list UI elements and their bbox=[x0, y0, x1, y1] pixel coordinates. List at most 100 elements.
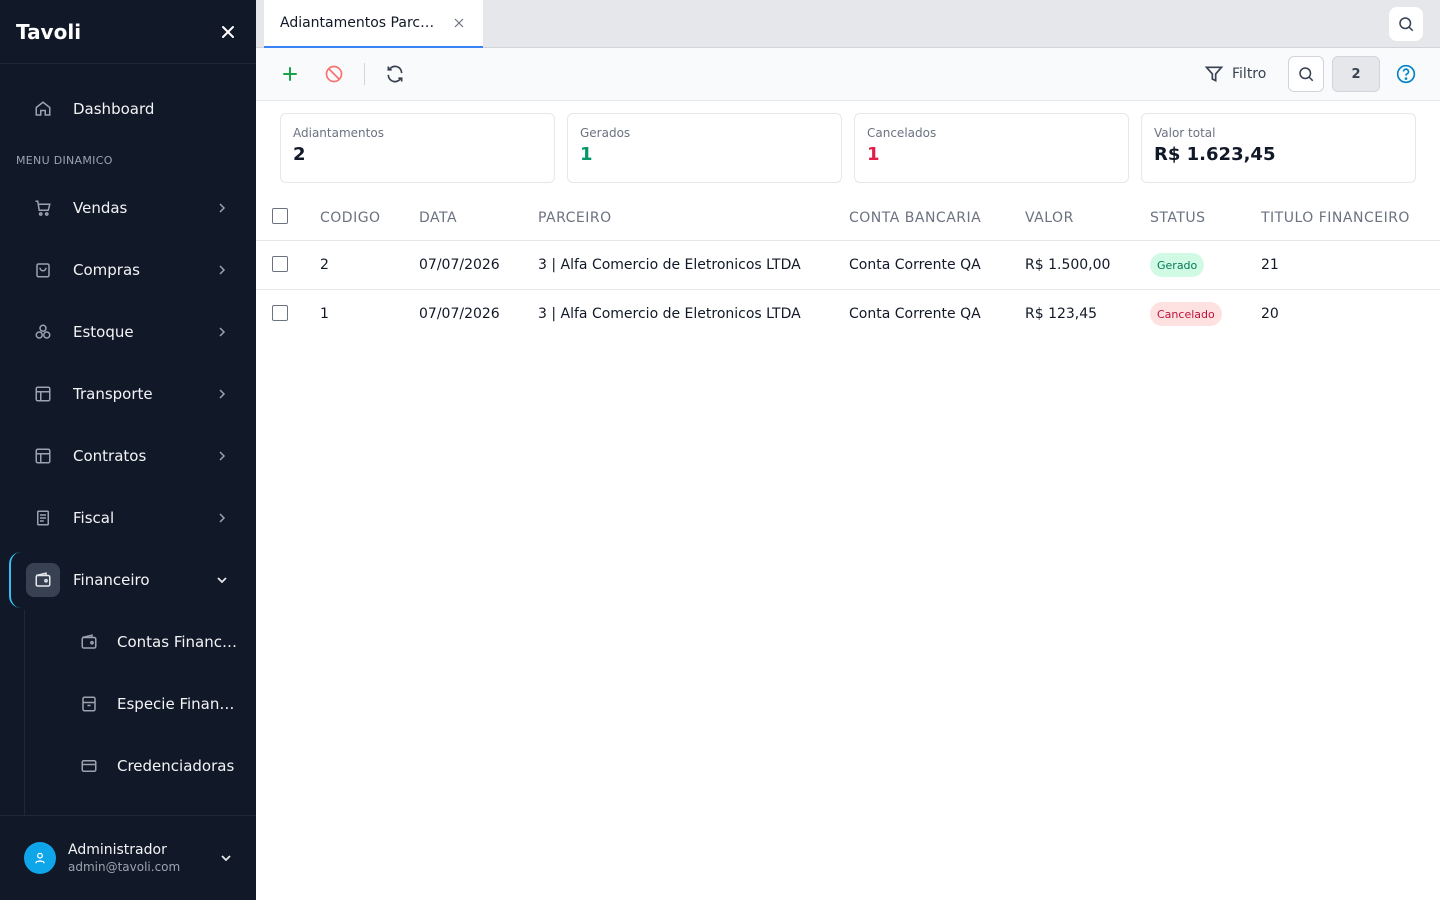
sidebar-item-label: Transporte bbox=[73, 385, 153, 403]
column-header[interactable]: STATUS bbox=[1150, 210, 1206, 226]
status-badge: Gerado bbox=[1150, 253, 1205, 277]
wallet-icon bbox=[26, 563, 60, 597]
card-label: Valor total bbox=[1154, 126, 1216, 140]
table-header: CODIGO DATA PARCEIRO CONTA BANCARIA VALO… bbox=[256, 193, 1440, 241]
sidebar-item-label: Contratos bbox=[73, 447, 147, 465]
sidebar-item-fiscal[interactable]: Fiscal bbox=[16, 494, 240, 542]
cell-data: 07/07/2026 bbox=[419, 257, 500, 273]
chevron-right-icon bbox=[212, 198, 232, 218]
sidebar-header: Tavoli bbox=[0, 0, 256, 64]
sidebar-subitem-label: Contas Financeiras bbox=[117, 633, 240, 651]
summary-cards: Adiantamentos 2 Gerados 1 Cancelados 1 V… bbox=[280, 113, 1416, 183]
boxes-icon bbox=[26, 315, 60, 349]
refresh-icon bbox=[387, 65, 403, 83]
close-tab-button[interactable] bbox=[451, 15, 467, 31]
wallet-icon bbox=[72, 625, 106, 659]
tab-bar: Adiantamentos Parceiros bbox=[256, 0, 1440, 48]
record-count: 2 bbox=[1332, 56, 1380, 92]
ban-icon bbox=[325, 65, 343, 83]
close-sidebar-button[interactable] bbox=[216, 20, 240, 44]
sidebar-item-label: Financeiro bbox=[73, 571, 150, 589]
card-value: R$ 1.623,45 bbox=[1154, 144, 1276, 165]
user-email: admin@tavoli.com bbox=[68, 860, 181, 874]
user-icon bbox=[35, 852, 45, 864]
search-icon bbox=[1299, 67, 1314, 82]
row-checkbox[interactable] bbox=[272, 256, 288, 272]
column-header[interactable]: PARCEIRO bbox=[538, 210, 612, 226]
sidebar-item-contratos[interactable]: Contratos bbox=[16, 432, 240, 480]
global-search-button[interactable] bbox=[1389, 7, 1423, 41]
home-icon bbox=[26, 92, 60, 126]
row-checkbox[interactable] bbox=[272, 305, 288, 321]
sidebar-item-label: Compras bbox=[73, 261, 140, 279]
close-icon bbox=[222, 25, 234, 38]
toolbar-divider bbox=[364, 63, 365, 85]
cell-codigo: 2 bbox=[320, 257, 329, 273]
plus-icon bbox=[283, 67, 297, 81]
cancel-button[interactable] bbox=[319, 60, 349, 88]
cell-valor: R$ 1.500,00 bbox=[1025, 257, 1111, 273]
cell-titulo: 21 bbox=[1261, 257, 1279, 273]
sidebar: Tavoli Dashboard MENU DINAMICO Vendas Co… bbox=[0, 0, 256, 900]
column-header[interactable]: CONTA BANCARIA bbox=[849, 210, 981, 226]
add-button[interactable] bbox=[275, 60, 305, 88]
chevron-down-icon bbox=[212, 570, 232, 590]
sidebar-subitem-credenciadoras[interactable]: Credenciadoras bbox=[60, 742, 240, 790]
credit-card-icon bbox=[72, 749, 106, 783]
search-icon bbox=[1399, 17, 1414, 32]
card-adiantamentos: Adiantamentos 2 bbox=[280, 113, 555, 183]
table-row[interactable]: 2 07/07/2026 3 | Alfa Comercio de Eletro… bbox=[256, 241, 1440, 290]
card-value: 2 bbox=[293, 144, 306, 165]
help-button[interactable] bbox=[1394, 62, 1418, 86]
filter-label: Filtro bbox=[1232, 66, 1267, 82]
data-table: CODIGO DATA PARCEIRO CONTA BANCARIA VALO… bbox=[256, 193, 1440, 339]
sidebar-item-label: Fiscal bbox=[73, 509, 115, 527]
archive-icon bbox=[72, 687, 106, 721]
sidebar-item-label: Dashboard bbox=[73, 100, 155, 118]
sidebar-subitem-contas-financeiras[interactable]: Contas Financeiras bbox=[60, 618, 240, 666]
column-header[interactable]: VALOR bbox=[1025, 210, 1074, 226]
card-cancelados: Cancelados 1 bbox=[854, 113, 1129, 183]
card-gerados: Gerados 1 bbox=[567, 113, 842, 183]
sidebar-item-vendas[interactable]: Vendas bbox=[16, 184, 240, 232]
layout-icon bbox=[26, 377, 60, 411]
card-label: Cancelados bbox=[867, 126, 937, 140]
column-header[interactable]: DATA bbox=[419, 210, 457, 226]
cell-parceiro: 3 | Alfa Comercio de Eletronicos LTDA bbox=[538, 306, 801, 322]
shopping-bag-icon bbox=[26, 253, 60, 287]
chevron-right-icon bbox=[212, 508, 232, 528]
cell-codigo: 1 bbox=[320, 306, 329, 322]
sidebar-item-compras[interactable]: Compras bbox=[16, 246, 240, 294]
column-header[interactable]: TITULO FINANCEIRO bbox=[1261, 210, 1410, 226]
sidebar-item-dashboard[interactable]: Dashboard bbox=[16, 85, 240, 133]
card-value: 1 bbox=[580, 144, 593, 165]
sidebar-item-financeiro[interactable]: Financeiro bbox=[9, 556, 240, 604]
cell-titulo: 20 bbox=[1261, 306, 1279, 322]
chevron-right-icon bbox=[212, 446, 232, 466]
chevron-down-icon bbox=[220, 849, 232, 868]
sidebar-item-estoque[interactable]: Estoque bbox=[16, 308, 240, 356]
filter-button[interactable]: Filtro bbox=[1204, 60, 1266, 88]
table-row[interactable]: 1 07/07/2026 3 | Alfa Comercio de Eletro… bbox=[256, 290, 1440, 339]
avatar bbox=[24, 842, 56, 874]
cell-valor: R$ 123,45 bbox=[1025, 306, 1098, 322]
section-label: MENU DINAMICO bbox=[16, 154, 113, 167]
tab-adiantamentos[interactable]: Adiantamentos Parceiros bbox=[264, 0, 483, 48]
chevron-right-icon bbox=[212, 260, 232, 280]
filter-icon bbox=[1204, 66, 1224, 83]
select-all-checkbox[interactable] bbox=[272, 208, 288, 224]
card-label: Adiantamentos bbox=[293, 126, 384, 140]
sidebar-subitem-especie-financeira[interactable]: Especie Financeira bbox=[60, 680, 240, 728]
search-button[interactable] bbox=[1288, 56, 1324, 92]
sidebar-item-transporte[interactable]: Transporte bbox=[16, 370, 240, 418]
status-badge: Cancelado bbox=[1150, 302, 1222, 326]
sidebar-subitem-label: Especie Financeira bbox=[117, 695, 240, 713]
column-header[interactable]: CODIGO bbox=[320, 210, 381, 226]
close-icon bbox=[454, 18, 464, 28]
refresh-button[interactable] bbox=[380, 60, 410, 88]
sidebar-item-label: Estoque bbox=[73, 323, 134, 341]
submenu-line bbox=[24, 610, 25, 816]
help-icon bbox=[1396, 64, 1416, 84]
user-menu[interactable]: Administrador admin@tavoli.com bbox=[0, 815, 256, 900]
brand-logo: Tavoli bbox=[16, 19, 82, 44]
